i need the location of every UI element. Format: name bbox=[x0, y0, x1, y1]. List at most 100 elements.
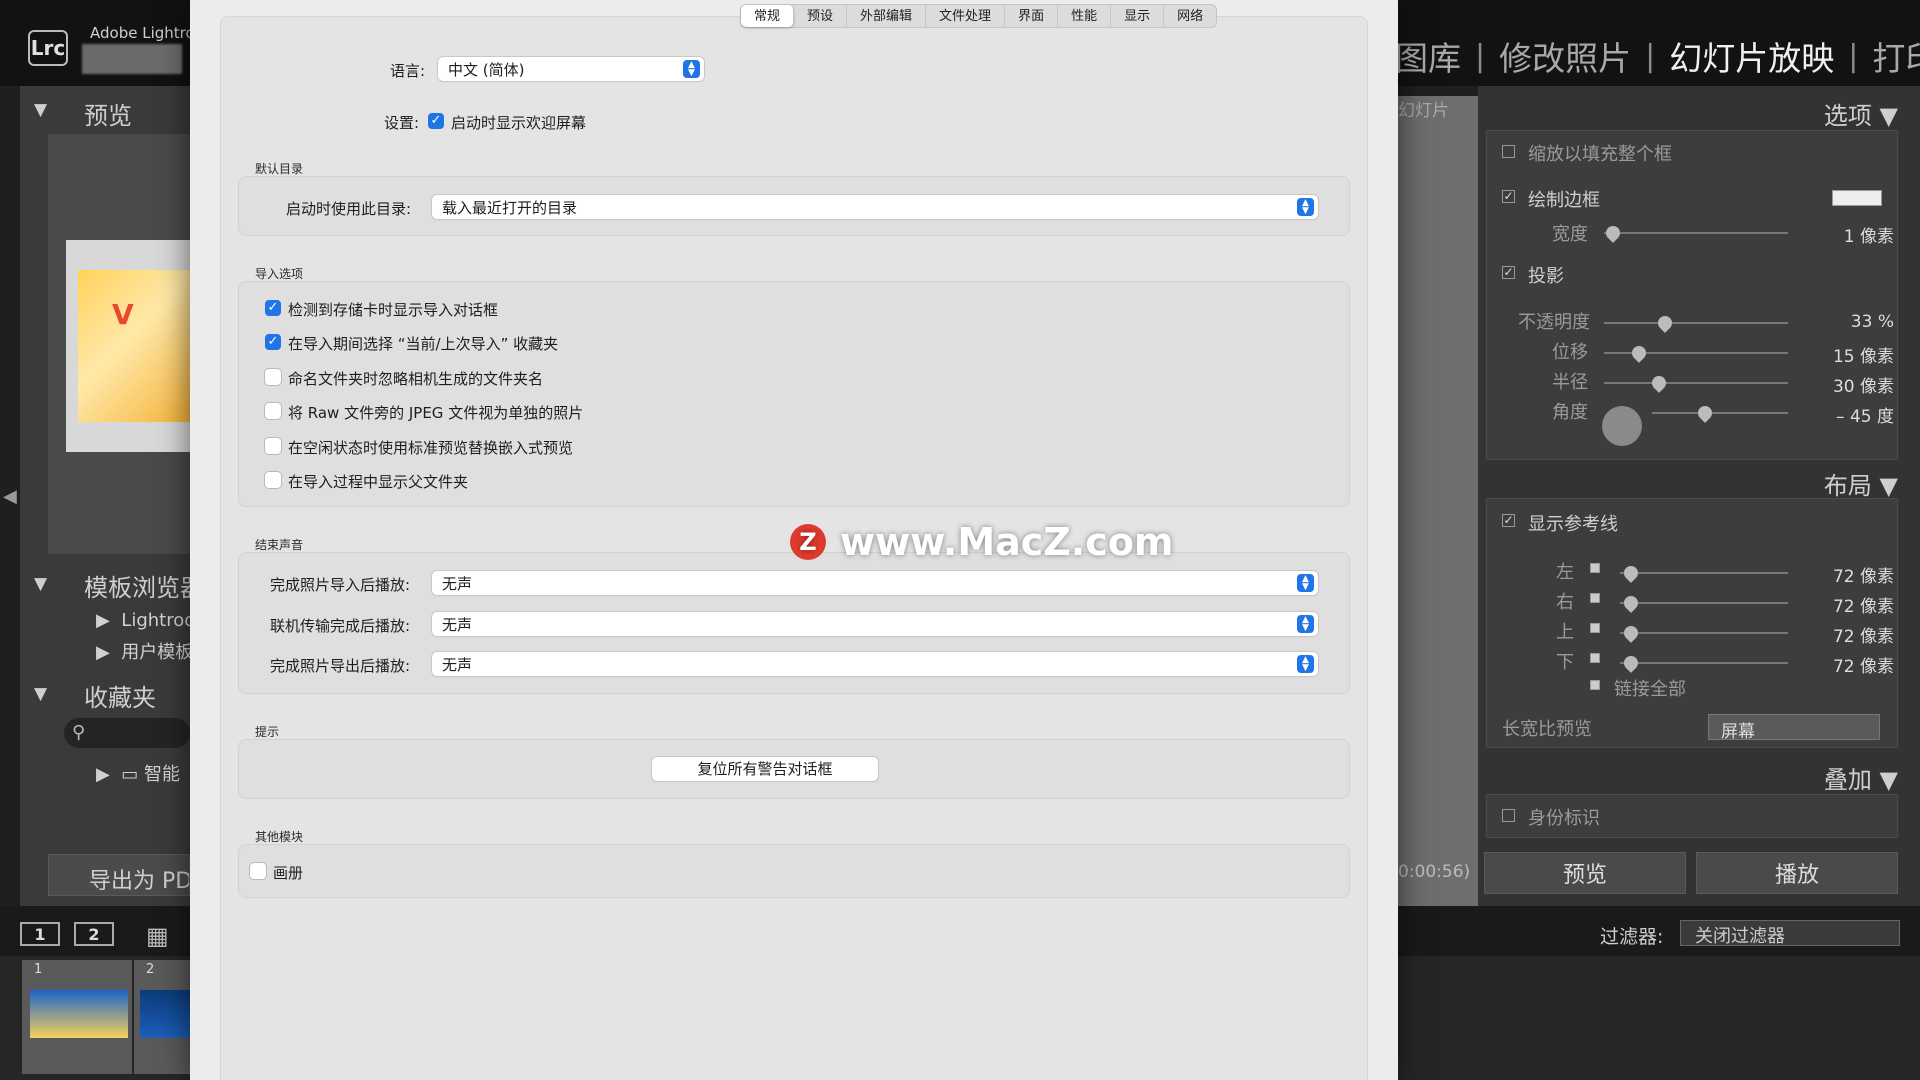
reset-warnings-button[interactable]: 复位所有警告对话框 bbox=[652, 757, 878, 781]
guide-bottom-link[interactable] bbox=[1590, 653, 1600, 663]
guide-top-slider[interactable] bbox=[1620, 632, 1788, 634]
import-sound-label: 完成照片导入后播放: bbox=[270, 576, 411, 594]
show-guides-checkbox[interactable]: ✓ bbox=[1502, 514, 1515, 527]
module-develop[interactable]: 修改照片 bbox=[1499, 32, 1631, 80]
link-all-checkbox[interactable] bbox=[1590, 680, 1600, 690]
preview-button[interactable]: 预览 bbox=[1484, 852, 1686, 894]
guide-right-slider[interactable] bbox=[1620, 602, 1788, 604]
filmstrip-thumbnail[interactable] bbox=[30, 990, 128, 1038]
primary-window-button[interactable]: 1 bbox=[20, 922, 60, 946]
language-select[interactable]: 中文 (简体) ▲ ▼ bbox=[438, 57, 704, 81]
secondary-window-button[interactable]: 2 bbox=[74, 922, 114, 946]
guide-right-link[interactable] bbox=[1590, 593, 1600, 603]
zoom-fill-checkbox[interactable] bbox=[1502, 145, 1515, 158]
other-modules-title: 其他模块 bbox=[255, 830, 304, 844]
import-option-checkbox[interactable] bbox=[265, 472, 281, 488]
zoom-fill-label: 缩放以填充整个框 bbox=[1528, 144, 1672, 165]
watermark-text: www.MacZ.com bbox=[840, 520, 1174, 564]
book-module-checkbox[interactable] bbox=[250, 863, 266, 879]
tab-general[interactable]: 常规 bbox=[741, 5, 795, 27]
tab-network[interactable]: 网络 bbox=[1164, 5, 1216, 27]
completion-sounds-title: 结束声音 bbox=[255, 538, 304, 552]
collapse-triangle-icon[interactable]: ▼ bbox=[34, 574, 47, 594]
guide-top-link[interactable] bbox=[1590, 623, 1600, 633]
popup-arrows-icon: ▲ ▼ bbox=[1297, 198, 1314, 216]
import-option-label: 在空闲状态时使用标准预览替换嵌入式预览 bbox=[288, 439, 574, 457]
angle-label: 角度 bbox=[1552, 402, 1588, 423]
collections-header[interactable]: 收藏夹 bbox=[84, 678, 156, 713]
opacity-slider[interactable] bbox=[1604, 322, 1788, 324]
link-all-label: 链接全部 bbox=[1614, 679, 1686, 700]
width-slider[interactable] bbox=[1604, 232, 1788, 234]
guide-left-link[interactable] bbox=[1590, 563, 1600, 573]
show-welcome-label: 启动时显示欢迎屏幕 bbox=[451, 114, 587, 132]
tab-interface[interactable]: 界面 bbox=[1005, 5, 1059, 27]
guide-left-slider[interactable] bbox=[1620, 572, 1788, 574]
catalog-startup-select[interactable]: 载入最近打开的目录 ▲ ▼ bbox=[432, 195, 1318, 219]
guide-bottom-label: 下 bbox=[1556, 652, 1574, 673]
import-option-checkbox[interactable]: ✓ bbox=[265, 300, 281, 316]
popup-arrows-icon: ▲ ▼ bbox=[1297, 574, 1314, 592]
tether-sound-select[interactable]: 无声 ▲ ▼ bbox=[432, 612, 1318, 636]
language-label: 语言: bbox=[390, 62, 426, 80]
tab-file-handling[interactable]: 文件处理 bbox=[926, 5, 1006, 27]
collapse-triangle-icon[interactable]: ▼ bbox=[34, 684, 47, 704]
aspect-preview-select[interactable]: 屏幕 bbox=[1708, 714, 1880, 742]
preview-panel-header[interactable]: 预览 bbox=[84, 96, 132, 131]
width-label: 宽度 bbox=[1552, 224, 1588, 245]
lightroom-logo: Lrc bbox=[28, 30, 68, 66]
options-header[interactable]: 选项 ▼ bbox=[1480, 96, 1898, 131]
export-pdf-button[interactable]: 导出为 PDF bbox=[48, 854, 190, 896]
module-slideshow[interactable]: 幻灯片放映 bbox=[1669, 32, 1834, 80]
template-folder-lightroom[interactable]: ▶ Lightroom bbox=[96, 610, 190, 631]
import-option-checkbox[interactable]: ✓ bbox=[265, 334, 281, 350]
radius-label: 半径 bbox=[1552, 372, 1588, 393]
search-icon: ⚲ bbox=[72, 722, 86, 743]
import-option-label: 检测到存储卡时显示导入对话框 bbox=[288, 301, 499, 319]
identity-plate-checkbox[interactable] bbox=[1502, 809, 1515, 822]
guide-bottom-slider[interactable] bbox=[1620, 662, 1788, 664]
width-value: 1 像素 bbox=[1843, 227, 1894, 247]
popup-arrows-icon: ▲ ▼ bbox=[1297, 615, 1314, 633]
preferences-tab-bar: 常规 预设 外部编辑 文件处理 界面 性能 显示 网络 bbox=[740, 4, 1218, 28]
tab-external-editing[interactable]: 外部编辑 bbox=[847, 5, 927, 27]
tab-performance[interactable]: 性能 bbox=[1058, 5, 1112, 27]
play-button[interactable]: 播放 bbox=[1696, 852, 1898, 894]
border-color-swatch[interactable] bbox=[1832, 190, 1882, 206]
angle-slider[interactable] bbox=[1652, 412, 1788, 414]
radius-slider[interactable] bbox=[1604, 382, 1788, 384]
import-option-checkbox[interactable] bbox=[265, 369, 281, 385]
filmstrip-cell-number: 2 bbox=[146, 962, 155, 977]
import-sound-select[interactable]: 无声 ▲ ▼ bbox=[432, 571, 1318, 595]
smart-collection-item[interactable]: ▶ ▭ 智能 bbox=[96, 760, 190, 786]
offset-value: 15 像素 bbox=[1832, 347, 1894, 367]
template-browser-header[interactable]: 模板浏览器 bbox=[84, 568, 190, 603]
stroke-border-checkbox[interactable]: ✓ bbox=[1502, 190, 1515, 203]
import-option-checkbox[interactable] bbox=[265, 438, 281, 454]
shadow-label: 投影 bbox=[1528, 266, 1564, 287]
filter-label: 过滤器: bbox=[1600, 926, 1664, 948]
template-folder-user[interactable]: ▶ 用户模板 bbox=[96, 638, 190, 664]
popup-arrows-icon: ▲ ▼ bbox=[1297, 655, 1314, 673]
grid-view-icon[interactable]: ▦ bbox=[146, 922, 169, 950]
filmstrip-thumbnail[interactable] bbox=[140, 990, 190, 1038]
slideshow-label: 幻灯片 bbox=[1398, 101, 1449, 121]
tab-display[interactable]: 显示 bbox=[1111, 5, 1165, 27]
overlay-header[interactable]: 叠加 ▼ bbox=[1480, 760, 1898, 795]
filter-select[interactable]: 关闭过滤器 bbox=[1680, 920, 1900, 947]
import-option-checkbox[interactable] bbox=[265, 403, 281, 419]
preview-image: V bbox=[78, 270, 190, 422]
angle-dial[interactable] bbox=[1602, 406, 1642, 446]
guide-left-label: 左 bbox=[1556, 562, 1574, 583]
layout-header[interactable]: 布局 ▼ bbox=[1480, 466, 1898, 501]
tab-presets[interactable]: 预设 bbox=[794, 5, 848, 27]
other-modules-group bbox=[238, 844, 1350, 898]
left-panel-toggle-icon[interactable]: ◀ bbox=[3, 486, 17, 507]
collapse-triangle-icon[interactable]: ▼ bbox=[34, 100, 47, 120]
module-library[interactable]: 图库 bbox=[1395, 32, 1461, 80]
module-print[interactable]: 打印 bbox=[1872, 32, 1920, 80]
export-sound-select[interactable]: 无声 ▲ ▼ bbox=[432, 652, 1318, 676]
show-welcome-checkbox[interactable]: ✓ bbox=[428, 113, 444, 129]
shadow-checkbox[interactable]: ✓ bbox=[1502, 266, 1515, 279]
guide-left-value: 72 像素 bbox=[1832, 567, 1894, 587]
